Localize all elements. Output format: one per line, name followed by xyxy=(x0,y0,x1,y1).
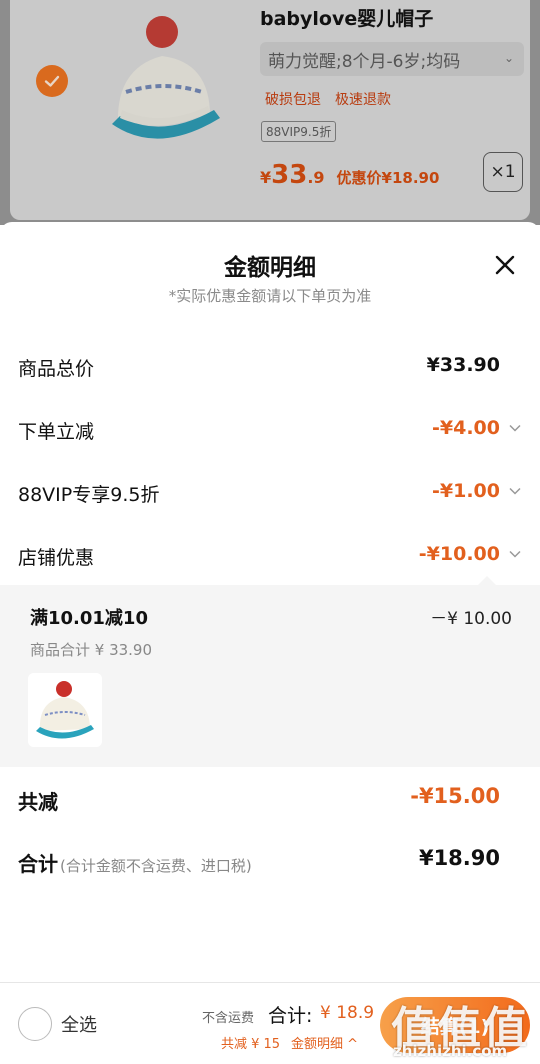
grand-total-note: (合计金额不含运费、进口税) xyxy=(60,857,252,875)
row-shop-discount[interactable]: 店铺优惠 -¥10.00 xyxy=(0,535,540,575)
cart-background: babylove婴儿帽子 萌力觉醒;8个月-6岁;均码 ⌄ 破损包退 极速退款 … xyxy=(0,0,540,225)
grand-total-row: 合计 (合计金额不含运费、进口税) ¥18.90 xyxy=(0,840,540,884)
row-label: 商品总价 xyxy=(18,358,95,380)
total-reduce-label: 共减 xyxy=(18,790,58,814)
vip-badge: 88VIP9.5折 xyxy=(261,121,337,142)
chevron-down-icon[interactable] xyxy=(508,484,522,498)
price-currency: ¥ xyxy=(260,168,272,187)
discount-price: 优惠价¥18.90 xyxy=(336,169,440,187)
shipping-note: 不含运费 xyxy=(202,1011,255,1026)
chevron-down-icon: ⌄ xyxy=(503,51,514,65)
row-goods-total: 商品总价 ¥33.90 xyxy=(0,346,540,386)
product-thumbnail[interactable] xyxy=(28,673,102,747)
spec-text: 萌力觉醒;8个月-6岁;均码 xyxy=(268,51,461,72)
item-checkbox[interactable] xyxy=(36,65,68,97)
product-title[interactable]: babylove婴儿帽子 xyxy=(260,4,433,31)
chevron-down-icon[interactable] xyxy=(508,421,522,435)
sheet-subtitle: *实际优惠金额请以下单页为准 xyxy=(168,287,372,305)
sum-value: ¥ 18.9 xyxy=(320,1003,375,1023)
service-tags: 破损包退 极速退款 xyxy=(265,89,391,109)
watermark-url: zhizhizhi.com xyxy=(393,1042,508,1060)
quantity-button[interactable]: ×1 xyxy=(483,152,523,192)
total-reduce-value: -¥15.00 xyxy=(410,784,500,808)
select-all-label: 全选 xyxy=(61,1015,97,1036)
coupon-amount: －¥ 10.00 xyxy=(430,609,512,629)
chevron-down-icon[interactable] xyxy=(508,547,522,561)
tag-fast-refund: 极速退款 xyxy=(335,92,391,108)
amount-detail-sheet: 金额明细 *实际优惠金额请以下单页为准 商品总价 ¥33.90 下单立减 -¥4… xyxy=(0,222,540,1064)
grand-total-value: ¥18.90 xyxy=(418,846,500,870)
row-label: 店铺优惠 xyxy=(18,547,95,569)
row-value: ¥33.90 xyxy=(426,354,500,376)
coupon-title: 满10.01减10 xyxy=(30,608,148,629)
grand-total-label-wrap: 合计 (合计金额不含运费、进口税) xyxy=(18,848,252,877)
cart-item-card[interactable]: babylove婴儿帽子 萌力觉醒;8个月-6岁;均码 ⌄ 破损包退 极速退款 … xyxy=(10,0,530,220)
tag-damage-return: 破损包退 xyxy=(265,92,321,108)
row-value: -¥4.00 xyxy=(432,417,500,439)
grand-total-label: 合计 xyxy=(18,852,58,876)
row-vip-discount[interactable]: 88VIP专享9.5折 -¥1.00 xyxy=(0,472,540,512)
price-display: ¥ 33 .9 优惠价¥18.90 xyxy=(260,160,439,190)
price-integer: 33 xyxy=(271,160,308,190)
amount-detail-link[interactable]: 金额明细 ^ xyxy=(291,1033,358,1052)
savings-text: 共减 ¥ 15 xyxy=(221,1037,281,1052)
sum-label: 合计: xyxy=(268,1005,313,1027)
sheet-title: 金额明细 xyxy=(224,255,316,281)
close-icon[interactable] xyxy=(492,252,518,278)
spec-selector[interactable]: 萌力觉醒;8个月-6岁;均码 ⌄ xyxy=(260,42,524,76)
shop-discount-detail: 满10.01减10 －¥ 10.00 商品合计 ¥ 33.90 xyxy=(0,576,540,767)
row-value: -¥10.00 xyxy=(418,543,500,565)
coupon-subtotal: 商品合计 ¥ 33.90 xyxy=(30,641,153,659)
price-decimal: .9 xyxy=(307,168,325,187)
site-watermark: 值值值 zhizhizhi.com xyxy=(383,992,538,1062)
select-all-toggle[interactable]: 全选 xyxy=(18,1007,97,1041)
row-order-discount[interactable]: 下单立减 -¥4.00 xyxy=(0,409,540,449)
product-image[interactable] xyxy=(98,6,238,156)
checkmark-icon xyxy=(44,75,60,87)
row-label: 88VIP专享9.5折 xyxy=(18,484,160,506)
row-label: 下单立减 xyxy=(18,421,95,443)
row-value: -¥1.00 xyxy=(432,480,500,502)
select-all-radio[interactable] xyxy=(18,1007,52,1041)
detail-pointer xyxy=(478,576,496,585)
total-reduce-row: 共减 -¥15.00 xyxy=(0,778,540,822)
